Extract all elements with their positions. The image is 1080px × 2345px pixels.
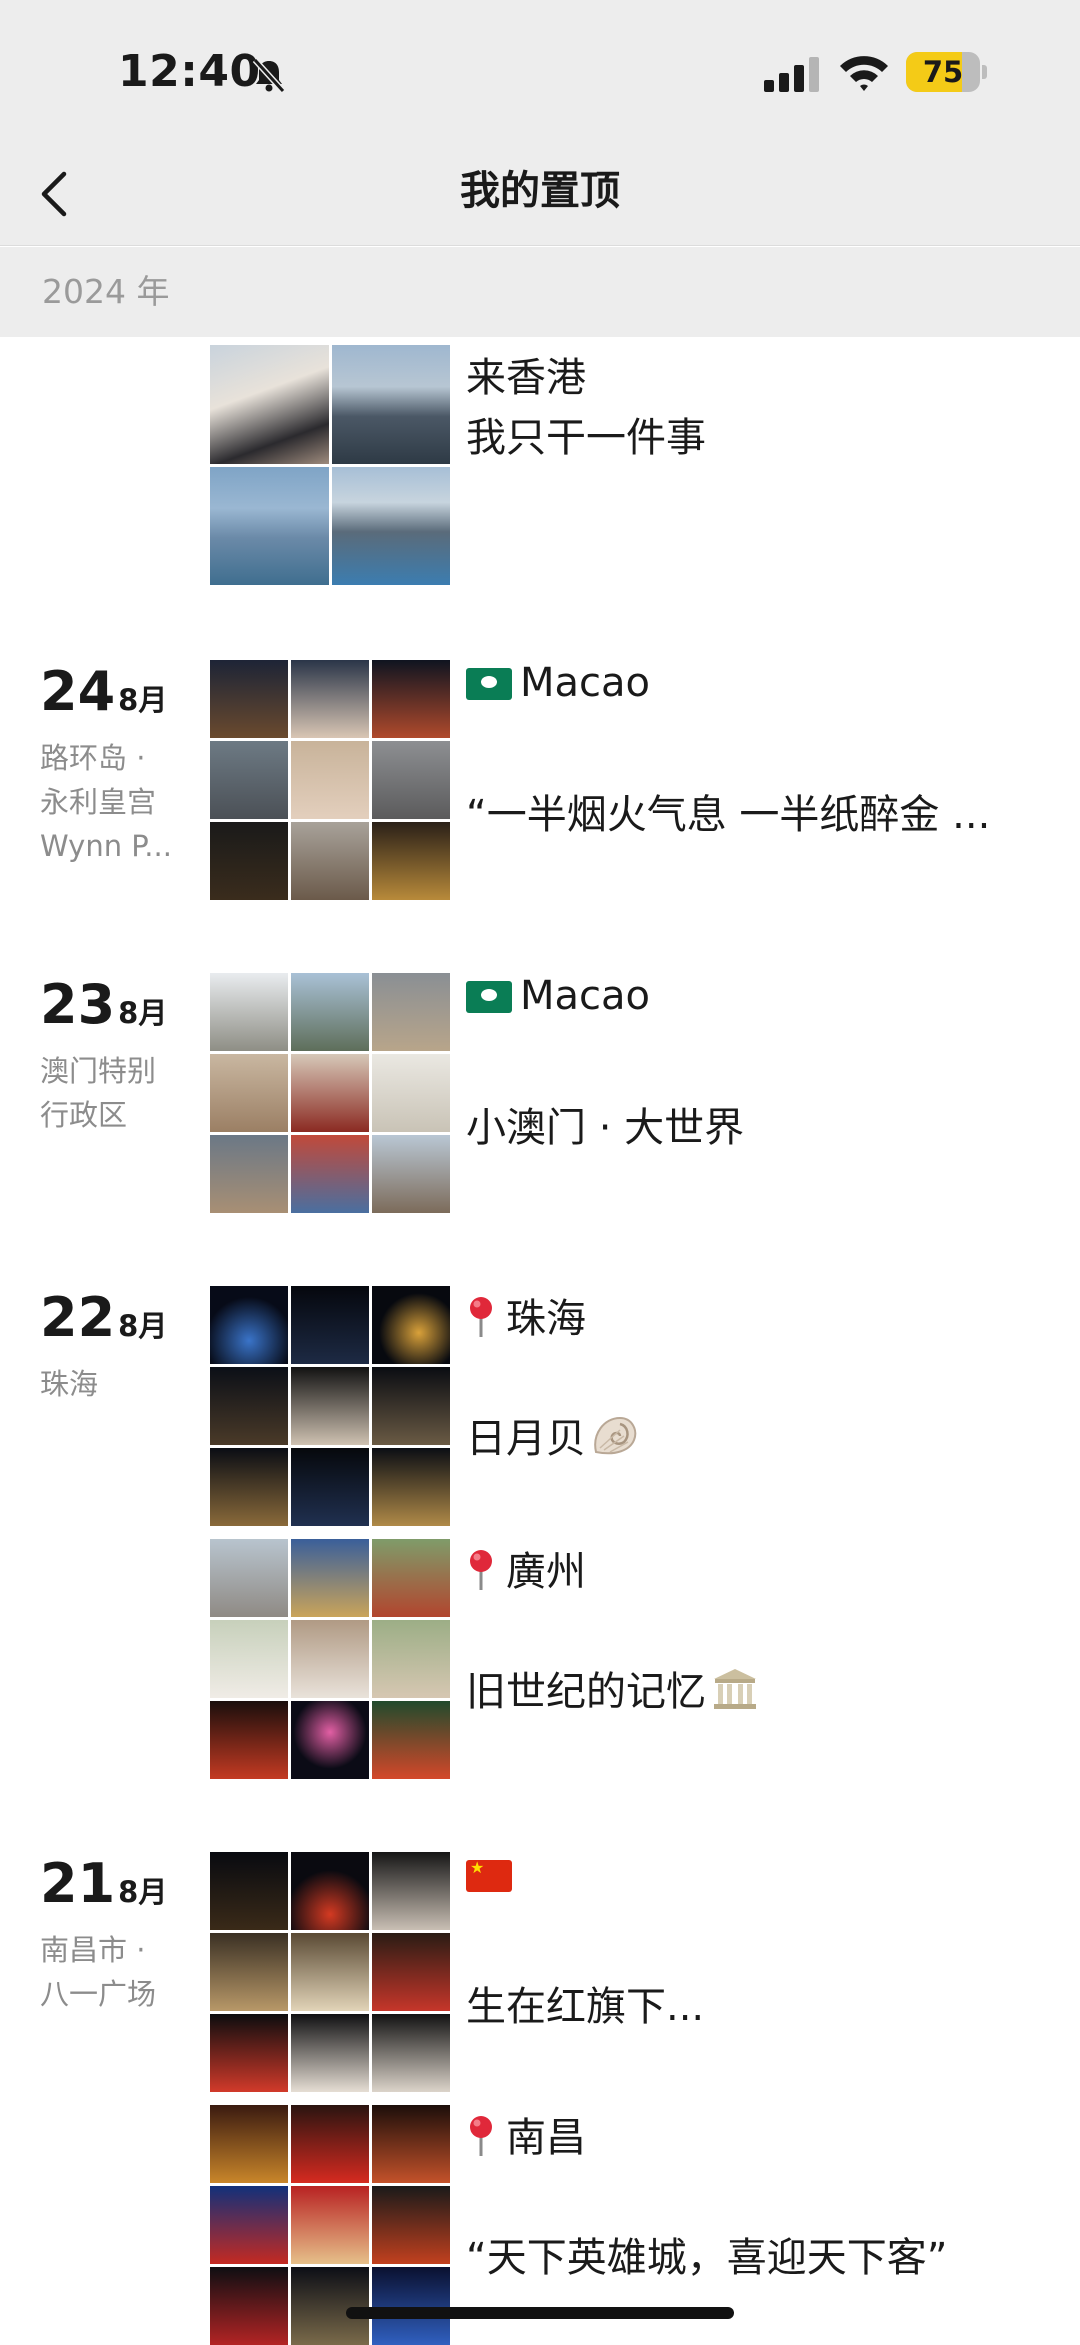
post-location: 南昌市 · 八一广场 bbox=[40, 1928, 190, 2016]
post-month: 8月 bbox=[118, 683, 168, 717]
post-location: 澳门特别 行政区 bbox=[40, 1049, 190, 1137]
post-entry[interactable]: 24 8月 路环岛 · 永利皇宫 Wynn P... Macao “一半烟火气息 … bbox=[0, 660, 1080, 900]
post-caption: 小澳门 · 大世界 bbox=[466, 1105, 745, 1151]
location-line: 澳门特别 bbox=[40, 1054, 157, 1088]
location-line: 路环岛 · bbox=[40, 741, 146, 775]
post-thumbnail[interactable] bbox=[210, 973, 450, 1213]
post-entry[interactable]: 来香港 我只干一件事 bbox=[0, 345, 1080, 585]
classical-building-icon bbox=[714, 1669, 756, 1709]
post-caption: “天下英雄城，喜迎天下客” bbox=[466, 2235, 948, 2281]
post-caption: “一半烟火气息 一半纸醉金 ... bbox=[466, 792, 991, 838]
post-entry[interactable]: 南昌 “天下英雄城，喜迎天下客” bbox=[0, 2105, 1080, 2345]
post-thumbnail[interactable] bbox=[210, 345, 450, 585]
post-caption-line: 旧世纪的记忆 bbox=[466, 1659, 760, 1717]
post-caption: 日月贝 bbox=[466, 1416, 586, 1462]
post-tag-line: 珠海 bbox=[466, 1286, 586, 1344]
post-tag: Macao bbox=[520, 973, 650, 1019]
post-day: 24 bbox=[40, 660, 116, 723]
post-tag-line bbox=[466, 1852, 512, 1898]
post-tag: 珠海 bbox=[506, 1296, 586, 1342]
macau-flag-icon bbox=[466, 981, 512, 1013]
location-line: 行政区 bbox=[40, 1098, 128, 1132]
post-tag-line: Macao bbox=[466, 660, 650, 706]
home-indicator[interactable] bbox=[346, 2307, 734, 2319]
post-month: 8月 bbox=[118, 1309, 168, 1343]
post-caption: 我只干一件事 bbox=[466, 415, 706, 461]
post-tag: 来香港 bbox=[466, 355, 586, 401]
post-month: 8月 bbox=[118, 996, 168, 1030]
post-location: 路环岛 · 永利皇宫 Wynn P... bbox=[40, 736, 190, 868]
status-time: 12:40 bbox=[118, 46, 261, 97]
china-flag-icon bbox=[466, 1858, 512, 1892]
location-line: 永利皇宫 bbox=[40, 785, 157, 819]
post-thumbnail[interactable] bbox=[210, 1852, 450, 2092]
post-date: 23 8月 bbox=[40, 973, 167, 1036]
location-line: Wynn P... bbox=[40, 829, 172, 863]
post-thumbnail[interactable] bbox=[210, 660, 450, 900]
battery-indicator: 75 bbox=[906, 52, 987, 92]
location-line: 八一广场 bbox=[40, 1977, 157, 2011]
post-entry[interactable]: 22 8月 珠海 珠海 日月贝 bbox=[0, 1286, 1080, 1526]
cellular-signal-icon bbox=[764, 57, 819, 92]
year-header: 2024 年 bbox=[0, 247, 1080, 337]
post-day: 22 bbox=[40, 1286, 116, 1349]
post-tag: 南昌 bbox=[506, 2115, 586, 2161]
page-title: 我的置顶 bbox=[460, 168, 620, 214]
post-thumbnail[interactable] bbox=[210, 1286, 450, 1526]
round-pushpin-icon bbox=[470, 2116, 492, 2156]
bell-slash-icon bbox=[252, 57, 286, 94]
post-tag-line: 南昌 bbox=[466, 2105, 586, 2163]
post-caption-line: 日月贝 bbox=[466, 1406, 640, 1464]
post-date: 24 8月 bbox=[40, 660, 167, 723]
post-tag-line: Macao bbox=[466, 973, 650, 1019]
spiral-shell-icon bbox=[594, 1416, 637, 1455]
battery-level: 75 bbox=[922, 55, 964, 89]
post-date: 22 8月 bbox=[40, 1286, 167, 1349]
post-entry[interactable]: 廣州 旧世纪的记忆 bbox=[0, 1539, 1080, 1779]
post-day: 23 bbox=[40, 973, 116, 1036]
post-date: 21 8月 bbox=[40, 1852, 167, 1915]
chevron-left-icon[interactable] bbox=[38, 166, 70, 222]
nav-bar: 我的置顶 bbox=[0, 140, 1080, 246]
round-pushpin-icon bbox=[470, 1297, 492, 1337]
post-location: 珠海 bbox=[40, 1362, 190, 1406]
wifi-icon bbox=[840, 56, 888, 91]
post-thumbnail[interactable] bbox=[210, 1539, 450, 1779]
location-line: 珠海 bbox=[40, 1367, 99, 1401]
post-entry[interactable]: 218月 南昌市 · 八一广场 生在红旗下... bbox=[0, 1852, 1080, 2092]
post-month: 8月 bbox=[118, 1875, 168, 1909]
post-entry[interactable]: 23 8月 澳门特别 行政区 Macao 小澳门 · 大世界 bbox=[0, 973, 1080, 1213]
post-caption: 生在红旗下... bbox=[466, 1984, 705, 2030]
post-tag: Macao bbox=[520, 660, 650, 706]
location-line: 南昌市 · bbox=[40, 1933, 146, 1967]
status-bar: 12:40 75 bbox=[0, 0, 1080, 140]
post-tag: 廣州 bbox=[506, 1549, 586, 1595]
post-tag-line: 廣州 bbox=[466, 1539, 586, 1597]
macau-flag-icon bbox=[466, 668, 512, 700]
post-day: 21 bbox=[40, 1852, 116, 1915]
post-caption: 旧世纪的记忆 bbox=[466, 1669, 706, 1715]
round-pushpin-icon bbox=[470, 1550, 492, 1590]
year-label: 2024 年 bbox=[42, 272, 170, 311]
